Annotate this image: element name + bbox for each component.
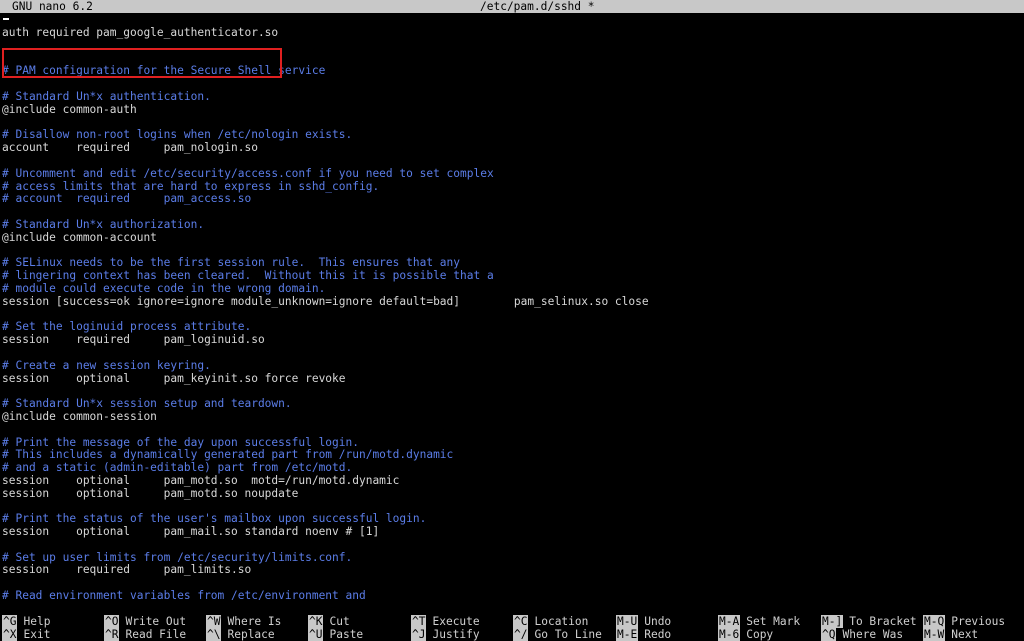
shortcut-key: M-U (616, 615, 639, 628)
file-path: /etc/pam.d/sshd * (480, 0, 595, 13)
code-line: session optional pam_motd.so motd=/run/m… (2, 473, 400, 487)
shortcut-label: Read File (125, 628, 187, 641)
editor-name: GNU nano 6.2 (12, 0, 93, 13)
shortcut-key: ^G (2, 615, 18, 628)
shortcut-label: Write Out (125, 615, 187, 628)
shortcut-write-out[interactable]: ^O Write Out (104, 615, 186, 628)
shortcut-key: ^C (513, 615, 529, 628)
shortcut-label: Next (951, 628, 979, 641)
shortcut-justify[interactable]: ^J Justify (411, 628, 480, 641)
shortcut-set-mark[interactable]: M-A Set Mark (718, 615, 800, 628)
comment-line: # Standard Un*x session setup and teardo… (2, 397, 292, 411)
shortcut-label: Help (23, 615, 51, 628)
shortcut-cut[interactable]: ^K Cut (308, 615, 350, 628)
code-line: @include common-account (2, 230, 157, 244)
comment-line: # Create a new session keyring. (2, 358, 211, 372)
shortcut-redo[interactable]: M-E Redo (616, 628, 671, 641)
shortcut-label: Cut (329, 615, 350, 628)
shortcut-key: ^U (308, 628, 324, 641)
comment-line: # and a static (admin-editable) part fro… (2, 461, 353, 475)
code-line: session [success=ok ignore=ignore module… (2, 294, 649, 308)
shortcut-label: Where Was (842, 628, 904, 641)
comment-line: # Read environment variables from /etc/e… (2, 589, 366, 603)
shortcut-undo[interactable]: M-U Undo (616, 615, 671, 628)
shortcut-key: ^/ (513, 628, 529, 641)
shortcut-label: Location (534, 615, 589, 628)
shortcut-label: Previous (951, 615, 1006, 628)
comment-line: # Standard Un*x authentication. (2, 89, 211, 103)
text-cursor (3, 18, 9, 20)
code-line: session required pam_loginuid.so (2, 333, 265, 347)
shortcut-previous[interactable]: M-Q Previous (923, 615, 1005, 628)
shortcut-key: ^T (411, 615, 427, 628)
code-line: auth required pam_google_authenticator.s… (2, 27, 279, 39)
shortcut-label: Exit (23, 628, 51, 641)
shortcut-copy[interactable]: M-6 Copy (718, 628, 773, 641)
shortcut-label: Copy (746, 628, 774, 641)
shortcut-key: M-] (821, 615, 844, 628)
shortcut-location[interactable]: ^C Location (513, 615, 588, 628)
shortcut-key: M-A (718, 615, 741, 628)
code-line: account required pam_nologin.so (2, 141, 258, 155)
code-line: @include common-auth (2, 102, 137, 116)
shortcut-read-file[interactable]: ^R Read File (104, 628, 186, 641)
shortcut-key: M-6 (718, 628, 741, 641)
shortcut-label: Set Mark (746, 615, 801, 628)
shortcut-exit[interactable]: ^X Exit (2, 628, 50, 641)
shortcut-label: To Bracket (849, 615, 917, 628)
shortcut-paste[interactable]: ^U Paste (308, 628, 363, 641)
nano-title-bar: GNU nano 6.2 /etc/pam.d/sshd * (0, 0, 1024, 13)
shortcut-key: M-E (616, 628, 639, 641)
editor-text-area[interactable]: auth required pam_google_authenticator.s… (2, 27, 1022, 607)
shortcut-key: ^R (104, 628, 120, 641)
comment-line: # Uncomment and edit /etc/security/acces… (2, 166, 494, 180)
code-line: session optional pam_motd.so noupdate (2, 486, 299, 500)
shortcut-go-to-line[interactable]: ^/ Go To Line (513, 628, 602, 641)
shortcut-replace[interactable]: ^\ Replace (206, 628, 275, 641)
shortcut-key: ^X (2, 628, 18, 641)
shortcut-label: Paste (329, 628, 364, 641)
shortcut-key: ^\ (206, 628, 222, 641)
shortcut-key: M-W (923, 628, 946, 641)
shortcut-key: ^K (308, 615, 324, 628)
shortcut-label: Replace (227, 628, 275, 641)
shortcut-label: Undo (644, 615, 672, 628)
shortcut-label: Redo (644, 628, 672, 641)
comment-line: # module could execute code in the wrong… (2, 281, 326, 295)
shortcut-key: ^Q (821, 628, 837, 641)
shortcut-label: Execute (432, 615, 480, 628)
code-line: session required pam_limits.so (2, 563, 252, 577)
shortcut-help[interactable]: ^G Help (2, 615, 50, 628)
shortcut-key: ^O (104, 615, 120, 628)
shortcut-next[interactable]: M-W Next (923, 628, 978, 641)
shortcut-label: Where Is (227, 615, 282, 628)
code-line: session optional pam_mail.so standard no… (2, 525, 380, 539)
shortcut-to-bracket[interactable]: M-] To Bracket (821, 615, 917, 628)
shortcut-label: Go To Line (534, 628, 602, 641)
shortcut-execute[interactable]: ^T Execute (411, 615, 480, 628)
code-line: session optional pam_keyinit.so force re… (2, 371, 346, 385)
shortcut-key: ^W (206, 615, 222, 628)
code-line: @include common-session (2, 409, 157, 423)
shortcut-key: ^J (411, 628, 427, 641)
shortcut-bar: ^G Help ^X Exit ^O Write Out ^R Read File ^W Wher… (0, 614, 1024, 641)
comment-line: # account required pam_access.so (2, 192, 252, 206)
shortcut-label: Justify (432, 628, 480, 641)
comment-line: # PAM configuration for the Secure Shell… (2, 64, 326, 78)
shortcut-where-is[interactable]: ^W Where Is (206, 615, 281, 628)
comment-line: # Standard Un*x authorization. (2, 217, 205, 231)
shortcut-where-was[interactable]: ^Q Where Was (821, 628, 903, 641)
shortcut-key: M-Q (923, 615, 946, 628)
